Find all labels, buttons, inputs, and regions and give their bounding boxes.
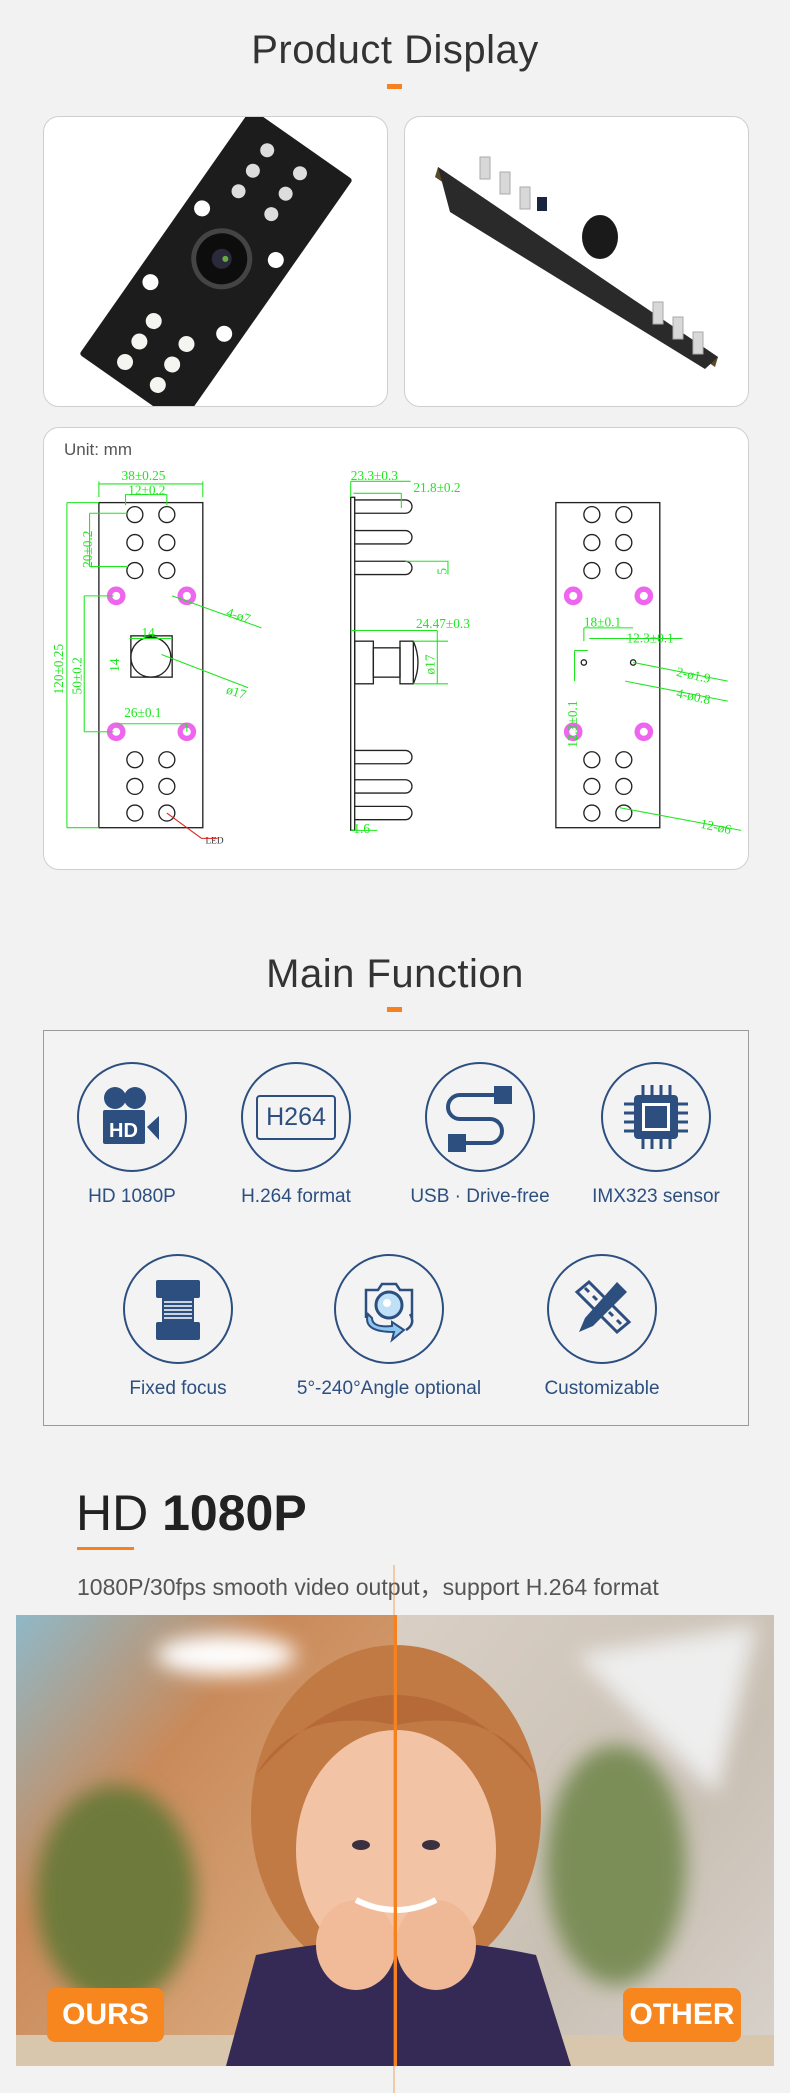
ours-badge: OURS bbox=[47, 1988, 164, 2042]
dim-back-holes-a: 2-ø1.9 bbox=[675, 664, 712, 686]
dim-row-pitch: 20±0.2 bbox=[80, 531, 95, 568]
dim-lens-h: 14 bbox=[107, 658, 122, 672]
dim-hole-span: 26±0.1 bbox=[124, 705, 161, 720]
hd-camera-icon: HD bbox=[77, 1062, 187, 1172]
pencil-ruler-icon bbox=[547, 1254, 657, 1364]
feature-h264: H264 H.264 format bbox=[196, 1062, 396, 1208]
usb-cable-icon bbox=[425, 1062, 535, 1172]
product-display-title: Product Display bbox=[251, 28, 539, 72]
title-accent-bar bbox=[387, 84, 402, 89]
dim-mount-holes: 4-ø7 bbox=[225, 604, 253, 626]
h264-icon: H264 bbox=[241, 1062, 351, 1172]
product-image-front bbox=[43, 116, 388, 407]
title-accent-bar bbox=[387, 1007, 402, 1012]
chip-icon bbox=[601, 1062, 711, 1172]
main-function-title: Main Function bbox=[266, 952, 524, 996]
dim-lens-dia: ø17 bbox=[225, 682, 249, 703]
dim-side-total: 23.3±0.3 bbox=[351, 468, 399, 483]
hd-accent-bar bbox=[77, 1547, 134, 1550]
product-image-side bbox=[404, 116, 749, 407]
feature-customizable: Customizable bbox=[502, 1254, 702, 1400]
feature-usb: USB · Drive-free bbox=[380, 1062, 580, 1208]
dim-height: 120±0.25 bbox=[51, 644, 66, 695]
dim-lens-w: 14 bbox=[142, 625, 156, 640]
feature-angle: 5°-240°Angle optional bbox=[289, 1254, 489, 1400]
dim-back-leds: 12-ø6 bbox=[699, 816, 733, 837]
dim-back-h1: 12.3±0.1 bbox=[565, 701, 580, 748]
dim-hole-spacing: 50±0.2 bbox=[70, 657, 85, 694]
dimension-drawing: Unit: mm 38±0.25 12±0.2 20±0.2 120±0.25 … bbox=[43, 427, 749, 870]
svg-text:HD: HD bbox=[109, 1120, 138, 1142]
divider-line bbox=[393, 1565, 395, 2093]
dim-back-holes-b: 4-ø0.8 bbox=[675, 685, 712, 707]
dim-width: 38±0.25 bbox=[122, 468, 166, 483]
dim-back-w1: 18±0.1 bbox=[584, 615, 621, 630]
dim-back-w2: 12.3±0.1 bbox=[626, 631, 673, 646]
camera-rotate-icon bbox=[334, 1254, 444, 1364]
dim-side-lens-dia: ø17 bbox=[423, 654, 438, 674]
lens-focus-icon bbox=[123, 1254, 233, 1364]
hd-title: HD 1080P bbox=[76, 1485, 307, 1541]
dim-pitch: 12±0.2 bbox=[128, 483, 165, 498]
hd-subtitle: 1080P/30fps smooth video output，support … bbox=[77, 1574, 659, 1600]
dim-side-pcb: 1.6 bbox=[353, 821, 370, 836]
feature-sensor: IMX323 sensor bbox=[556, 1062, 756, 1208]
other-badge: OTHER bbox=[623, 1988, 741, 2042]
feature-fixed-focus: Fixed focus bbox=[78, 1254, 278, 1400]
main-function-box: HD HD 1080P H264 H.264 format USB · Driv… bbox=[43, 1030, 749, 1426]
dim-side-lens-len: 24.47±0.3 bbox=[416, 616, 470, 631]
dim-side-led-len: 21.8±0.2 bbox=[413, 480, 460, 495]
dim-side-led-dia: 5 bbox=[435, 568, 450, 575]
